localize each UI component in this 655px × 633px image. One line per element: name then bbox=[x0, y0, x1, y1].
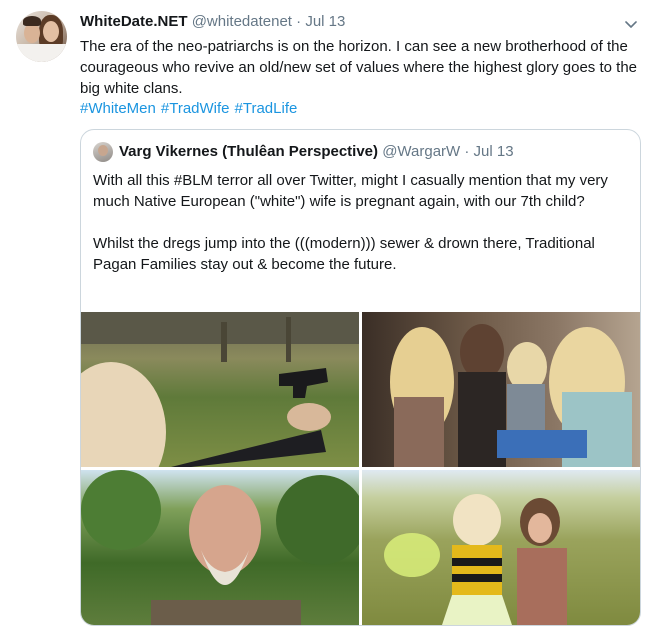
author-handle[interactable]: @whitedatenet bbox=[192, 13, 292, 30]
quoted-paragraph: Whilst the dregs jump into the (((modern… bbox=[93, 235, 595, 273]
avatar-face-left bbox=[24, 23, 40, 43]
photo-man[interactable] bbox=[81, 470, 359, 625]
photo-girls-field[interactable] bbox=[362, 470, 640, 625]
tweet-date[interactable]: Jul 13 bbox=[305, 13, 345, 30]
hashtag-link[interactable]: #TradLife bbox=[235, 100, 298, 117]
tweet-text: The era of the neo-patriarchs is on the … bbox=[80, 38, 638, 97]
hashtag-link[interactable]: #TradWife bbox=[161, 100, 230, 117]
avatar-hair-left bbox=[23, 16, 41, 26]
separator-dot: · bbox=[464, 143, 470, 160]
quoted-header: Varg Vikernes (Thulêan Perspective) @War… bbox=[119, 143, 514, 160]
media-grid bbox=[81, 312, 640, 625]
tweet-header: WhiteDate.NET @whitedatenet · Jul 13 bbox=[80, 13, 345, 33]
hashtag-link[interactable]: #WhiteMen bbox=[80, 100, 156, 117]
quoted-text: With all this #BLM terror all over Twitt… bbox=[93, 170, 633, 275]
quoted-paragraph: With all this #BLM terror all over Twitt… bbox=[93, 172, 608, 210]
quoted-date[interactable]: Jul 13 bbox=[474, 143, 514, 160]
photo-pistol[interactable] bbox=[81, 312, 359, 467]
separator-dot: · bbox=[296, 13, 302, 30]
tweet[interactable]: WhiteDate.NET @whitedatenet · Jul 13 The… bbox=[0, 0, 655, 633]
avatar-shirt bbox=[16, 44, 67, 62]
avatar-face-right bbox=[43, 21, 59, 42]
quoted-author-handle[interactable]: @WargarW bbox=[382, 143, 460, 160]
author-name[interactable]: WhiteDate.NET bbox=[80, 13, 188, 30]
avatar[interactable] bbox=[16, 11, 67, 62]
chevron-down-icon[interactable] bbox=[621, 14, 641, 34]
hashtag-row: #WhiteMen #TradWife #TradLife bbox=[80, 98, 302, 119]
quoted-avatar[interactable] bbox=[93, 142, 113, 162]
quoted-tweet[interactable]: Varg Vikernes (Thulêan Perspective) @War… bbox=[80, 129, 641, 626]
quoted-avatar-face bbox=[98, 145, 108, 156]
photo-children[interactable] bbox=[362, 312, 640, 467]
quoted-author-name[interactable]: Varg Vikernes (Thulêan Perspective) bbox=[119, 143, 378, 160]
